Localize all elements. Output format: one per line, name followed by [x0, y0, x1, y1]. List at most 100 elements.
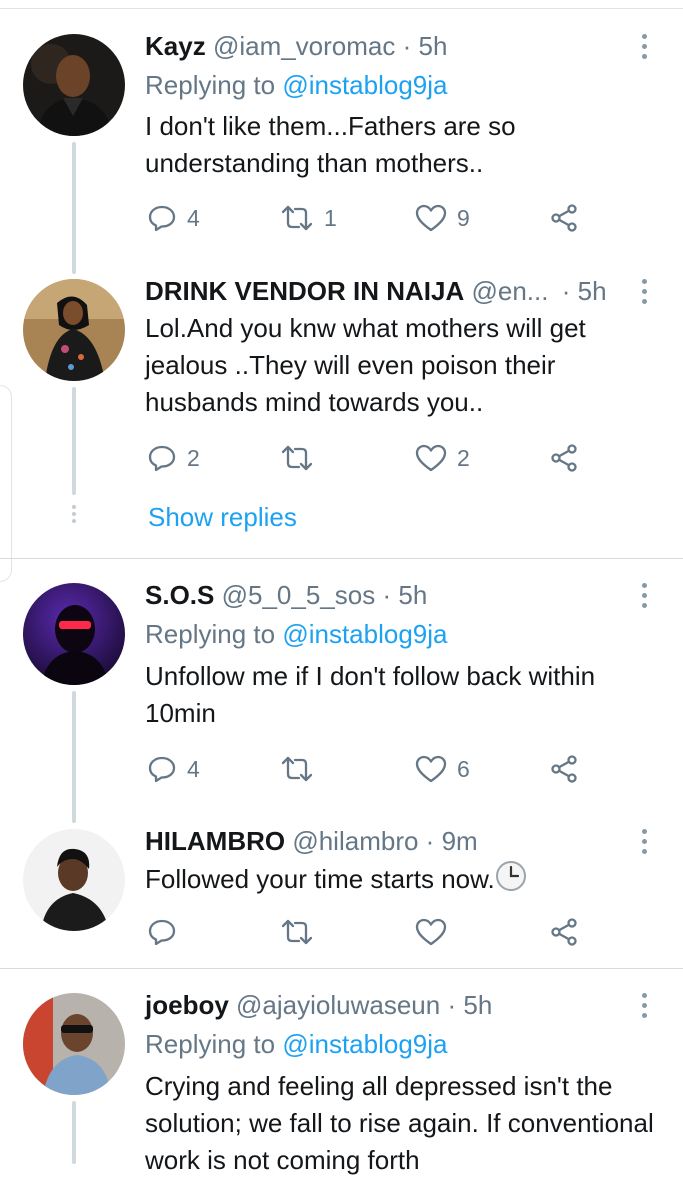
thread-line [72, 1101, 76, 1164]
avatar[interactable] [23, 583, 125, 685]
retweet-button[interactable]: 1 [280, 200, 337, 236]
tweet-actions: 4 1 9 [145, 200, 595, 236]
divider [0, 558, 683, 559]
retweet-icon [281, 919, 313, 945]
more-vertical-icon[interactable] [640, 34, 650, 64]
retweet-button[interactable] [280, 751, 324, 787]
timestamp[interactable]: 9m [442, 826, 478, 856]
more-vertical-icon[interactable] [640, 279, 650, 309]
thread-line [72, 142, 76, 274]
reply-button[interactable]: 4 [147, 200, 200, 236]
like-button[interactable]: 2 [415, 440, 470, 476]
heart-icon [415, 444, 447, 472]
more-vertical-icon[interactable] [640, 583, 650, 613]
display-name[interactable]: S.O.S [145, 580, 214, 610]
share-button[interactable] [549, 751, 579, 787]
avatar[interactable] [23, 829, 125, 931]
reply-count: 4 [187, 204, 200, 231]
heart-icon [415, 918, 447, 946]
avatar[interactable] [23, 993, 125, 1095]
replying-to-mention[interactable]: @instablog9ja [282, 70, 447, 100]
avatar[interactable] [23, 279, 125, 381]
username[interactable]: @ajayioluwaseun [236, 990, 440, 1020]
dot-separator: · [561, 276, 571, 306]
timestamp[interactable]: 5h [398, 580, 427, 610]
replying-to-mention[interactable]: @instablog9ja [282, 619, 447, 649]
tweet-text: Crying and feeling all depressed isn't t… [145, 1071, 654, 1175]
tweet-actions: 4 6 [145, 751, 595, 787]
username[interactable]: @iam_voromac [213, 31, 395, 61]
like-button[interactable]: 6 [415, 751, 470, 787]
dot-separator: · [425, 826, 435, 856]
side-edge-handle[interactable] [0, 385, 12, 582]
display-name[interactable]: DRINK VENDOR IN NAIJA [145, 276, 464, 306]
reply-icon [148, 205, 176, 232]
username[interactable]: @hilambro [292, 826, 418, 856]
retweet-button[interactable] [280, 914, 314, 950]
share-icon [551, 204, 577, 232]
tweet-text: I don't like them...Fathers are so under… [145, 111, 516, 178]
replying-to-label: Replying to [145, 619, 276, 649]
reply-icon [148, 445, 176, 472]
thread-continuation-dots [70, 502, 78, 526]
reply-icon [148, 919, 176, 946]
reply-button[interactable]: 2 [147, 440, 200, 476]
replying-to: Replying to @instablog9ja [145, 616, 447, 652]
display-name[interactable]: joeboy [145, 990, 229, 1020]
dot-separator: · [447, 990, 457, 1020]
like-count: 2 [457, 444, 470, 471]
heart-icon [415, 755, 447, 783]
tweet-header: DRINK VENDOR IN NAIJA @en... · 5h [145, 273, 607, 309]
reply-icon [148, 756, 176, 783]
clock-emoji-icon [495, 860, 527, 902]
like-count: 6 [457, 755, 470, 782]
reply-count: 2 [187, 444, 200, 471]
tweet-header: HILAMBRO @hilambro · 9m [145, 823, 478, 859]
replying-to-mention[interactable]: @instablog9ja [282, 1029, 447, 1059]
like-button[interactable] [415, 914, 447, 950]
retweet-button[interactable] [280, 440, 324, 476]
retweet-count: 1 [324, 204, 337, 231]
username[interactable]: @en... [471, 276, 548, 306]
tweet-actions: 2 2 [145, 440, 595, 476]
thread-line [72, 387, 76, 495]
display-name[interactable]: Kayz [145, 31, 206, 61]
replying-to: Replying to @instablog9ja [145, 67, 447, 103]
share-button[interactable] [549, 200, 579, 236]
tweet-header: joeboy @ajayioluwaseun · 5h [145, 987, 492, 1023]
more-vertical-icon[interactable] [640, 829, 650, 859]
reply-button[interactable] [147, 914, 177, 950]
divider [0, 968, 683, 969]
tweet-header: S.O.S @5_0_5_sos · 5h [145, 577, 427, 613]
timestamp[interactable]: 5h [419, 31, 448, 61]
tweet-text: Unfollow me if I don't follow back withi… [145, 661, 596, 728]
timestamp[interactable]: 5h [578, 276, 607, 306]
share-button[interactable] [549, 440, 579, 476]
like-button[interactable]: 9 [415, 200, 470, 236]
tweet-text-content: Followed your time starts now. [145, 864, 495, 894]
avatar[interactable] [23, 34, 125, 136]
share-icon [551, 444, 577, 472]
retweet-icon [281, 205, 313, 231]
dot-separator: · [402, 31, 412, 61]
share-icon [551, 755, 577, 783]
tweet-text: Followed your time starts now. [145, 860, 655, 902]
top-divider [0, 8, 683, 9]
timestamp[interactable]: 5h [463, 990, 492, 1020]
like-count: 9 [457, 204, 470, 231]
more-vertical-icon[interactable] [640, 993, 650, 1023]
retweet-icon [281, 756, 313, 782]
retweet-icon [281, 445, 313, 471]
tweet-text: Lol.And you knw what mothers will get je… [145, 313, 586, 417]
tweet-header: Kayz @iam_voromac · 5h [145, 28, 447, 64]
show-replies-link[interactable]: Show replies [148, 499, 297, 535]
reply-button[interactable]: 4 [147, 751, 200, 787]
reply-count: 4 [187, 755, 200, 782]
tweet-actions [145, 914, 595, 950]
replying-to-label: Replying to [145, 70, 276, 100]
username[interactable]: @5_0_5_sos [222, 580, 376, 610]
heart-icon [415, 204, 447, 232]
display-name[interactable]: HILAMBRO [145, 826, 285, 856]
thread-line [72, 691, 76, 823]
share-button[interactable] [549, 914, 579, 950]
